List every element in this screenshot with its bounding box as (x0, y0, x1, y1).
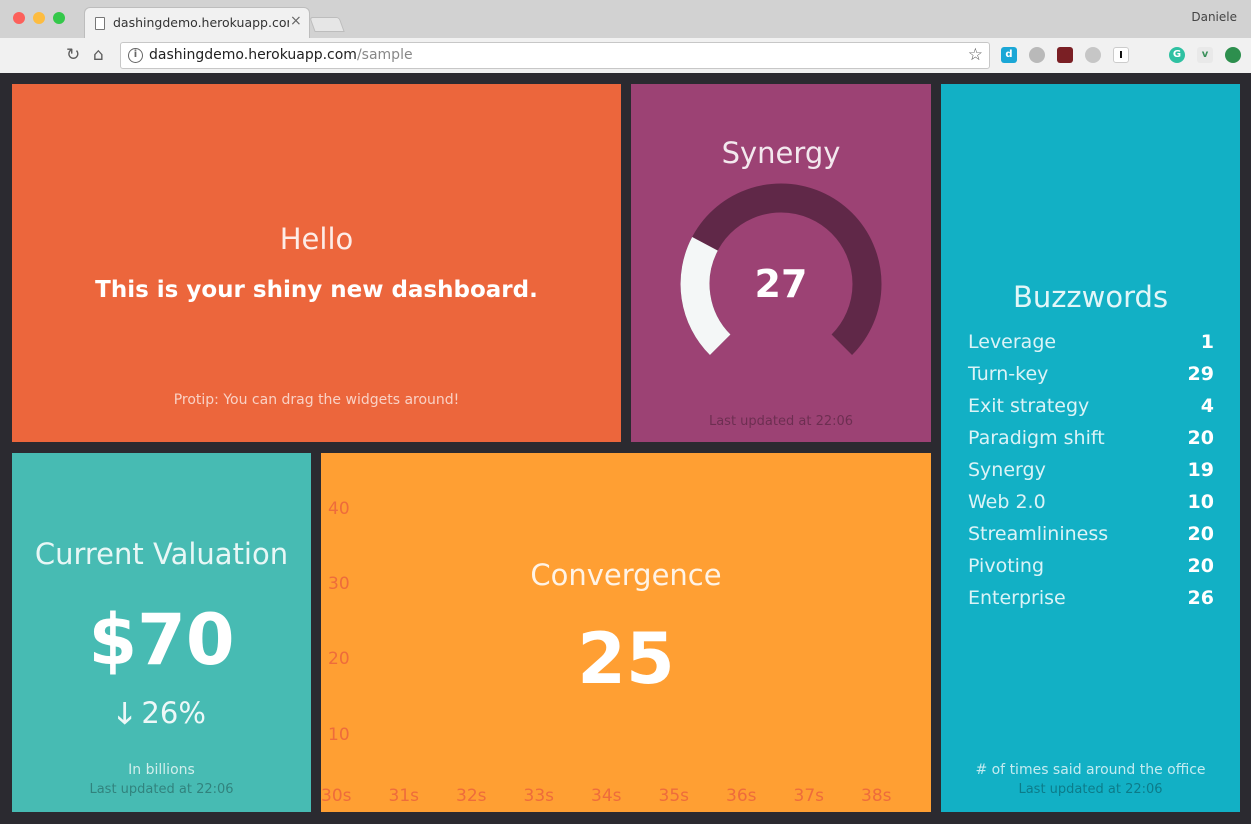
url-host: dashingdemo.herokuapp.com (149, 47, 357, 63)
convergence-widget[interactable]: 40 30 20 10 30s 31s 32s 33s 34s 35s 36s 37s 38s Con… (321, 453, 931, 812)
list-item-value: 20 (1187, 427, 1214, 449)
url-text: dashingdemo.herokuapp.com/sample (149, 47, 413, 63)
browser-toolbar: ↻ ⌂ i dashingdemo.herokuapp.com/sample ☆… (0, 38, 1251, 73)
list-item-value: 29 (1187, 363, 1214, 385)
synergy-widget[interactable]: Synergy 27 Last updated at 22:06 (631, 84, 931, 442)
x-tick-label: 35s (658, 786, 690, 806)
list-item: Synergy 19 (968, 459, 1214, 491)
address-bar[interactable]: i dashingdemo.herokuapp.com/sample ☆ (120, 42, 990, 69)
browser-chrome: dashingdemo.herokuapp.com/sample × Danie… (0, 0, 1251, 73)
list-item-value: 20 (1187, 523, 1214, 545)
list-item-value: 1 (1200, 331, 1214, 353)
extension-instapaper-icon[interactable]: I (1113, 47, 1129, 63)
list-item: Pivoting 20 (968, 555, 1214, 587)
synergy-updated: Last updated at 22:06 (708, 414, 854, 429)
new-tab-button[interactable] (309, 17, 345, 32)
hello-text: This is your shiny new dashboard. (95, 277, 538, 303)
profile-name[interactable]: Daniele (1191, 10, 1237, 24)
synergy-value: 27 (754, 262, 808, 306)
list-item-value: 19 (1187, 459, 1214, 481)
list-item-value: 4 (1200, 395, 1214, 417)
extension-ublock-icon[interactable] (1057, 47, 1073, 63)
tab-close-icon[interactable]: × (290, 13, 302, 29)
x-tick-label: 30s (321, 786, 352, 806)
valuation-moreinfo: In billions (128, 762, 195, 778)
extension-circle-icon[interactable] (1085, 47, 1101, 63)
list-item-label: Turn-key (968, 363, 1049, 385)
list-item-label: Pivoting (968, 555, 1045, 577)
list-item: Leverage 1 (968, 331, 1214, 363)
list-item: Paradigm shift 20 (968, 427, 1214, 459)
hello-widget[interactable]: Hello This is your shiny new dashboard. … (12, 84, 621, 442)
list-item-label: Exit strategy (968, 395, 1090, 417)
minimize-window-button[interactable] (33, 12, 45, 24)
list-item-label: Streamlininess (968, 523, 1109, 545)
list-item-label: Leverage (968, 331, 1057, 353)
valuation-widget[interactable]: Current Valuation $70 🡓 26% In billions … (12, 453, 311, 812)
convergence-value: 25 (577, 618, 675, 700)
list-item-label: Web 2.0 (968, 491, 1046, 513)
list-item-value: 20 (1187, 555, 1214, 577)
hello-title: Hello (279, 222, 354, 256)
list-item-label: Enterprise (968, 587, 1066, 609)
valuation-value: $70 (88, 599, 235, 681)
convergence-title: Convergence (530, 558, 722, 592)
x-tick-label: 38s (861, 786, 892, 806)
list-item-value: 10 (1187, 491, 1214, 513)
buzzwords-widget[interactable]: Buzzwords Leverage 1 Turn-key 29 Exit strate… (941, 84, 1240, 812)
valuation-title: Current Valuation (34, 537, 289, 571)
extension-grammarly-icon[interactable]: G (1169, 47, 1185, 63)
extension-leaf-icon[interactable]: ⅴ (1197, 47, 1213, 63)
list-item-label: Paradigm shift (968, 427, 1105, 449)
y-tick-label: 40 (328, 499, 350, 519)
buzzwords-title: Buzzwords (1012, 280, 1169, 314)
tab-active[interactable]: dashingdemo.herokuapp.com/sample × (84, 7, 310, 38)
y-tick-label: 10 (328, 725, 350, 745)
list-item: Enterprise 26 (968, 587, 1214, 619)
x-tick-label: 37s (793, 786, 825, 806)
list-item: Turn-key 29 (968, 363, 1214, 395)
x-tick-label: 34s (591, 786, 622, 806)
valuation-change: 🡓 26% (12, 693, 311, 742)
list-item-value: 26 (1187, 587, 1214, 609)
arrow-down-icon: 🡓 (117, 696, 133, 730)
buzzwords-updated: Last updated at 22:06 (1018, 782, 1163, 797)
list-item: Web 2.0 10 (968, 491, 1214, 523)
valuation-change-percent: 26% (141, 696, 206, 730)
maximize-window-button[interactable] (53, 12, 65, 24)
list-item-label: Synergy (968, 459, 1046, 481)
x-tick-label: 32s (456, 786, 487, 806)
home-icon[interactable]: ⌂ (93, 45, 104, 65)
close-window-button[interactable] (13, 12, 25, 24)
list-item: Streamlininess 20 (968, 523, 1214, 555)
hello-protip: Protip: You can drag the widgets around! (173, 392, 460, 408)
buzzwords-moreinfo: # of times said around the office (975, 762, 1206, 778)
url-path: /sample (356, 47, 413, 63)
tab-strip: dashingdemo.herokuapp.com/sample × Danie… (0, 0, 1251, 38)
reload-icon[interactable]: ↻ (66, 45, 80, 65)
tab-title: dashingdemo.herokuapp.com/sample (113, 15, 289, 30)
extension-sync-icon[interactable] (1029, 47, 1045, 63)
info-icon[interactable]: i (128, 48, 143, 63)
page-favicon-icon (95, 17, 105, 30)
bookmark-star-icon[interactable]: ☆ (968, 45, 983, 65)
extension-green-icon[interactable] (1225, 47, 1241, 63)
extension-d-icon[interactable]: d (1001, 47, 1017, 63)
list-item: Exit strategy 4 (968, 395, 1214, 427)
x-tick-label: 33s (523, 786, 555, 806)
valuation-updated: Last updated at 22:06 (89, 782, 234, 797)
x-tick-label: 31s (388, 786, 420, 806)
x-tick-label: 36s (726, 786, 757, 806)
